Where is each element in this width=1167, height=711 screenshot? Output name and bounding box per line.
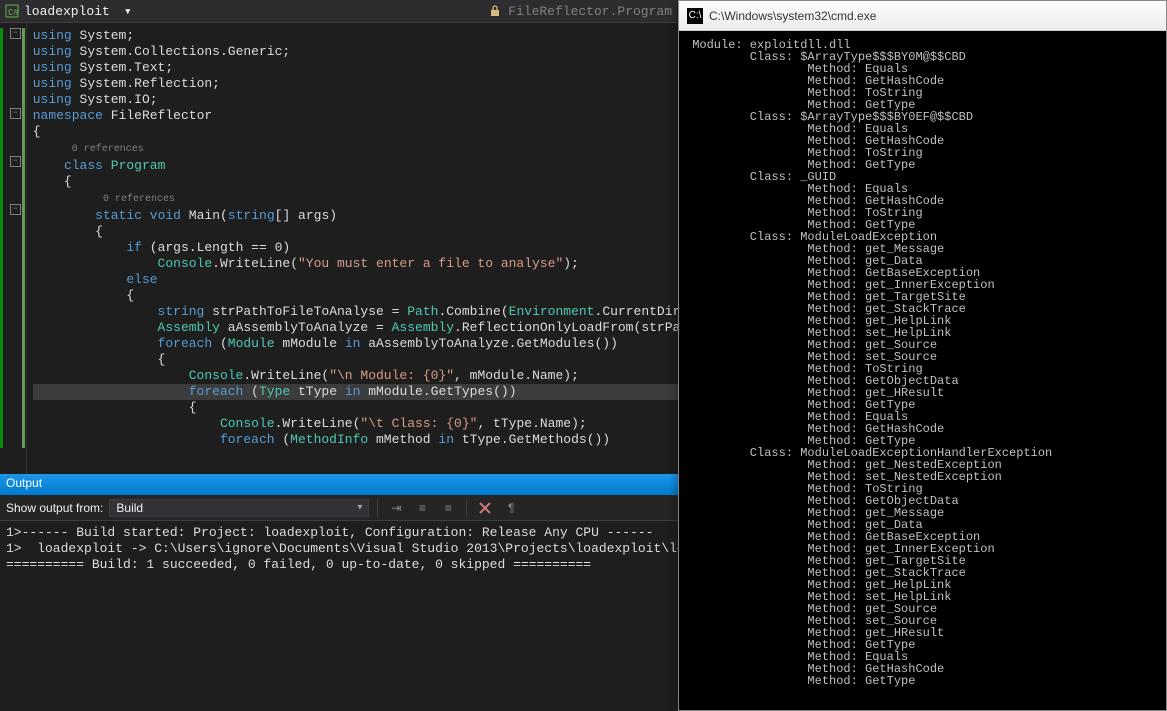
- tab-bar: C# loadexploit ▾ FileReflector.Program: [0, 0, 680, 23]
- cmd-icon: C:\: [687, 8, 703, 24]
- fold-icon[interactable]: [10, 28, 21, 39]
- fold-icon[interactable]: [10, 204, 21, 215]
- toolbar-separator: [466, 499, 467, 517]
- find-icon[interactable]: ⇥: [386, 498, 406, 518]
- wrap-icon[interactable]: ¶: [501, 498, 521, 518]
- svg-text:C#: C#: [8, 8, 19, 18]
- prev-icon[interactable]: ≡: [412, 498, 432, 518]
- lock-icon: [488, 4, 502, 18]
- next-icon[interactable]: ≡: [438, 498, 458, 518]
- csharp-file-icon: C#: [4, 3, 20, 19]
- output-toolbar: Show output from: Build ⇥ ≡ ≡ ¶: [0, 495, 680, 521]
- tab-label[interactable]: loadexploit: [24, 4, 120, 19]
- breadcrumb[interactable]: FileReflector.Program: [508, 4, 672, 19]
- cmd-title-text: C:\Windows\system32\cmd.exe: [709, 9, 876, 23]
- output-source-combo[interactable]: Build: [109, 499, 369, 517]
- toolbar-separator: [377, 499, 378, 517]
- cmd-window[interactable]: C:\ C:\Windows\system32\cmd.exe Module: …: [678, 0, 1167, 711]
- cmd-title-bar[interactable]: C:\ C:\Windows\system32\cmd.exe: [679, 1, 1166, 31]
- visual-studio-panel: C# loadexploit ▾ FileReflector.Program u…: [0, 0, 680, 711]
- fold-icon[interactable]: [10, 156, 21, 167]
- code-editor[interactable]: using System; using System.Collections.G…: [0, 23, 680, 474]
- tab-dropdown-icon[interactable]: ▾: [120, 4, 136, 19]
- output-body[interactable]: 1>------ Build started: Project: loadexp…: [0, 521, 680, 711]
- output-panel-header[interactable]: Output: [0, 474, 680, 495]
- cmd-body[interactable]: Module: exploitdll.dll Class: $ArrayType…: [679, 31, 1166, 710]
- clear-icon[interactable]: [475, 498, 495, 518]
- output-source-label: Show output from:: [6, 501, 103, 515]
- gutter: [0, 23, 27, 474]
- fold-icon[interactable]: [10, 108, 21, 119]
